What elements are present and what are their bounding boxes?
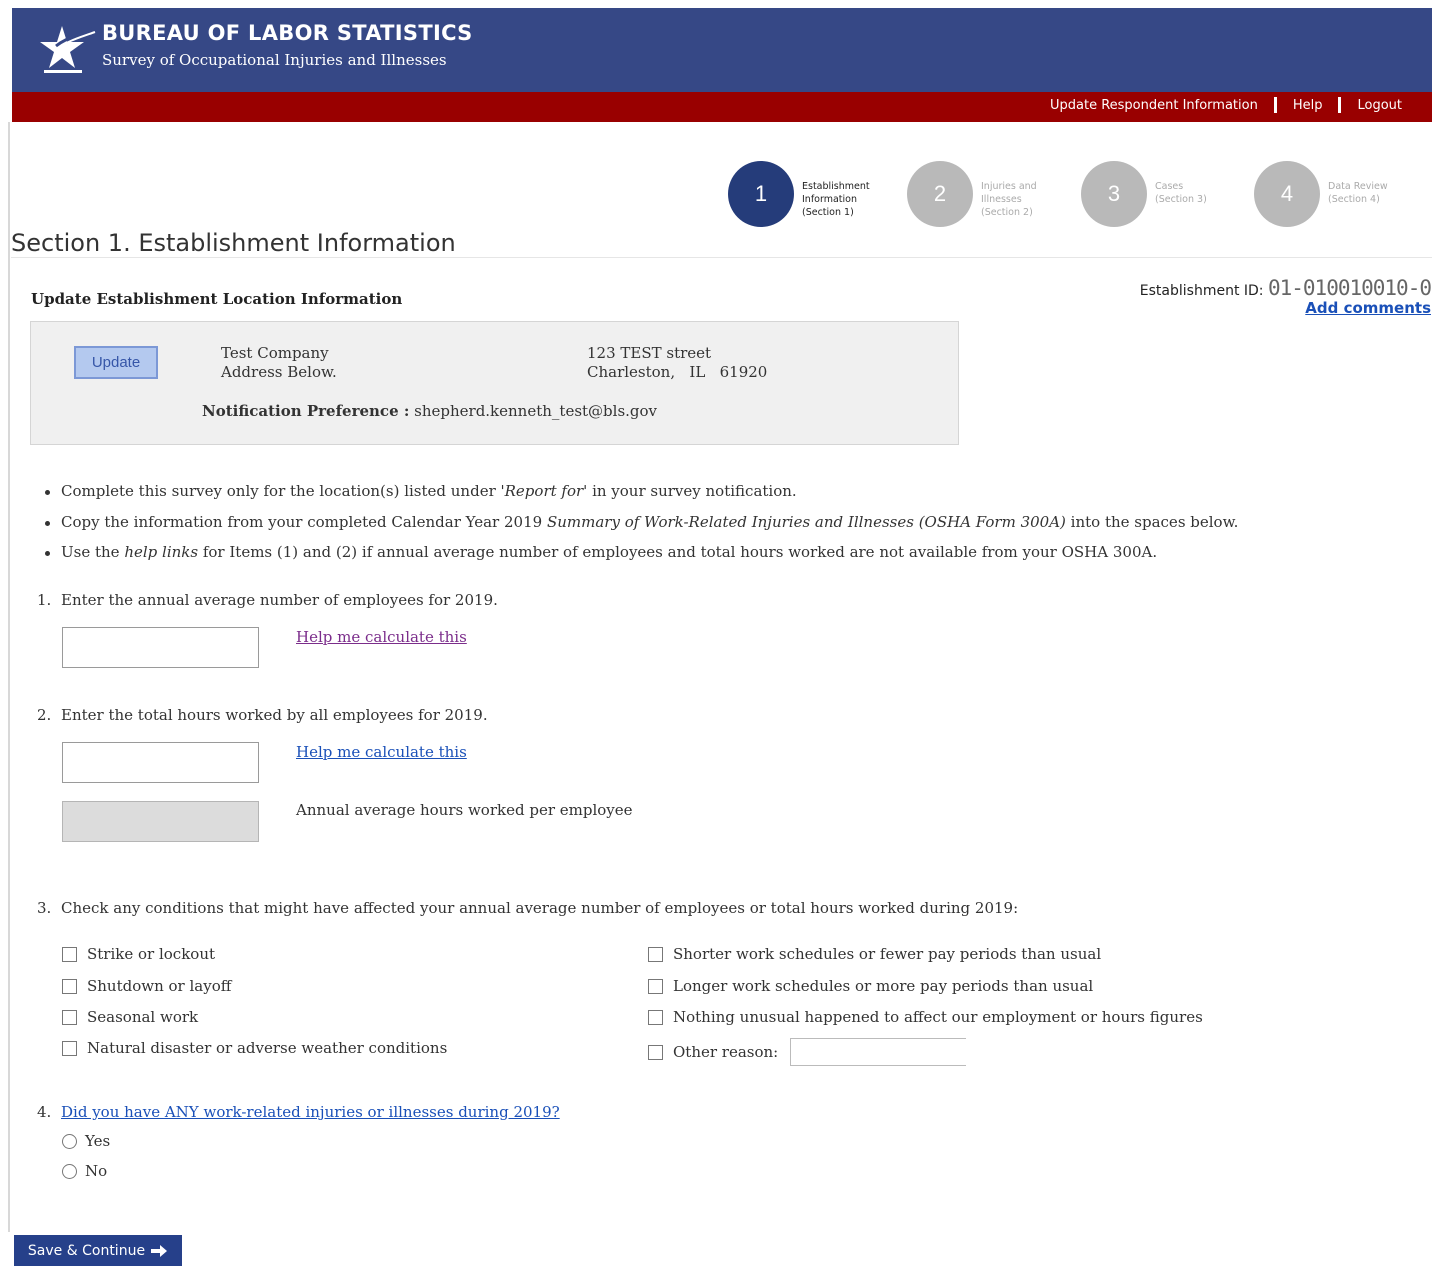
employees-input[interactable] bbox=[62, 627, 259, 668]
question-3: 3. Check any conditions that might have a… bbox=[37, 899, 1019, 917]
establishment-box: Update Test Company Address Below. 123 T… bbox=[30, 321, 959, 445]
option-longer-schedules[interactable]: Longer work schedules or more pay period… bbox=[648, 977, 1093, 995]
option-shorter-schedules[interactable]: Shorter work schedules or fewer pay peri… bbox=[648, 945, 1101, 963]
injuries-question-link[interactable]: Did you have ANY work-related injuries o… bbox=[61, 1103, 560, 1121]
avg-hours-label: Annual average hours worked per employee bbox=[296, 801, 633, 819]
establishment-id-value: 01-010010010-0 bbox=[1267, 276, 1432, 300]
step-label: Establishment Information (Section 1) bbox=[802, 181, 870, 218]
update-respondent-link[interactable]: Update Respondent Information bbox=[1050, 98, 1258, 113]
section-title: Section 1. Establishment Information bbox=[11, 229, 456, 257]
add-comments-link[interactable]: Add comments bbox=[1305, 299, 1431, 317]
bls-star-logo-icon bbox=[40, 26, 96, 73]
notification-email: shepherd.kenneth_test@bls.gov bbox=[409, 402, 658, 420]
option-natural-disaster[interactable]: Natural disaster or adverse weather cond… bbox=[62, 1039, 447, 1057]
company-name: Test Company bbox=[221, 344, 329, 362]
step-label: Cases (Section 3) bbox=[1155, 181, 1207, 205]
checkbox[interactable] bbox=[62, 946, 77, 962]
utility-nav: Update Respondent Information Help Logou… bbox=[1050, 97, 1402, 113]
step-1[interactable]: 1 Establishment Information (Section 1) bbox=[728, 161, 874, 227]
help-link[interactable]: Help bbox=[1293, 98, 1323, 113]
notification-preference: Notification Preference : shepherd.kenne… bbox=[202, 402, 657, 420]
city-state-zip: Charleston, IL 61920 bbox=[587, 363, 768, 381]
step-3[interactable]: 3 Cases (Section 3) bbox=[1081, 161, 1227, 227]
step-4[interactable]: 4 Data Review (Section 4) bbox=[1254, 161, 1400, 227]
instructions-list: Complete this survey only for the locati… bbox=[44, 481, 1238, 573]
nav-separator bbox=[1338, 97, 1342, 113]
checkbox[interactable] bbox=[62, 1009, 77, 1025]
step-label: Data Review (Section 4) bbox=[1328, 181, 1388, 205]
checkbox[interactable] bbox=[62, 1040, 77, 1056]
question-2: 2. Enter the total hours worked by all em… bbox=[37, 706, 488, 724]
hours-input[interactable] bbox=[62, 742, 259, 783]
question-4: 4. Did you have ANY work-related injuries… bbox=[37, 1103, 560, 1121]
logout-link[interactable]: Logout bbox=[1357, 98, 1402, 113]
question-1: 1. Enter the annual average number of emp… bbox=[37, 591, 498, 609]
step-number: 2 bbox=[907, 161, 973, 227]
agency-title: BUREAU OF LABOR STATISTICS bbox=[102, 21, 473, 45]
option-other-reason[interactable]: Other reason: bbox=[648, 1038, 967, 1066]
checkbox[interactable] bbox=[648, 946, 663, 962]
address-info: 123 TEST street Charleston, IL 61920 bbox=[587, 344, 767, 382]
radio-no[interactable]: No bbox=[62, 1162, 107, 1180]
section-divider bbox=[11, 257, 1432, 258]
help-calculate-hours-link[interactable]: Help me calculate this bbox=[296, 743, 467, 761]
survey-subtitle: Survey of Occupational Injuries and Illn… bbox=[102, 51, 447, 69]
help-calculate-employees-link[interactable]: Help me calculate this bbox=[296, 628, 467, 646]
checkbox[interactable] bbox=[648, 978, 663, 994]
street: 123 TEST street bbox=[587, 344, 712, 362]
step-2[interactable]: 2 Injuries and Illnesses (Section 2) bbox=[907, 161, 1053, 227]
step-label: Injuries and Illnesses (Section 2) bbox=[981, 181, 1037, 218]
establishment-id-label: Establishment ID: bbox=[1139, 283, 1264, 299]
notification-label: Notification Preference : bbox=[202, 402, 410, 420]
location-subhead: Update Establishment Location Informatio… bbox=[31, 290, 403, 308]
left-border bbox=[8, 122, 10, 1232]
option-nothing-unusual[interactable]: Nothing unusual happened to affect our e… bbox=[648, 1008, 1203, 1026]
other-reason-input[interactable] bbox=[790, 1038, 967, 1066]
company-note: Address Below. bbox=[221, 363, 337, 381]
option-shutdown[interactable]: Shutdown or layoff bbox=[62, 977, 231, 995]
radio-yes[interactable]: Yes bbox=[62, 1132, 110, 1150]
update-button[interactable]: Update bbox=[74, 346, 158, 379]
option-strike[interactable]: Strike or lockout bbox=[62, 945, 215, 963]
avg-hours-field bbox=[62, 801, 259, 842]
radio-button[interactable] bbox=[62, 1133, 77, 1149]
nav-separator bbox=[1273, 97, 1277, 113]
arrow-right-icon bbox=[151, 1244, 168, 1257]
radio-button[interactable] bbox=[62, 1163, 77, 1179]
instruction-item: Copy the information from your completed… bbox=[44, 512, 1238, 543]
company-info: Test Company Address Below. bbox=[221, 344, 337, 382]
establishment-id: Establishment ID: 01-010010010-0 bbox=[1139, 276, 1432, 300]
site-header: BUREAU OF LABOR STATISTICS Survey of Occ… bbox=[12, 8, 1432, 92]
step-number: 4 bbox=[1254, 161, 1320, 227]
checkbox[interactable] bbox=[62, 978, 77, 994]
option-seasonal[interactable]: Seasonal work bbox=[62, 1008, 198, 1026]
instruction-item: Complete this survey only for the locati… bbox=[44, 481, 1238, 512]
step-number: 3 bbox=[1081, 161, 1147, 227]
utility-bar: Update Respondent Information Help Logou… bbox=[12, 92, 1432, 122]
save-continue-label: Save & Continue bbox=[27, 1242, 146, 1259]
save-continue-button[interactable]: Save & Continue bbox=[14, 1235, 182, 1266]
instruction-item: Use the help links for Items (1) and (2)… bbox=[44, 542, 1238, 573]
checkbox[interactable] bbox=[648, 1044, 663, 1060]
checkbox[interactable] bbox=[648, 1009, 663, 1025]
step-number: 1 bbox=[728, 161, 794, 227]
